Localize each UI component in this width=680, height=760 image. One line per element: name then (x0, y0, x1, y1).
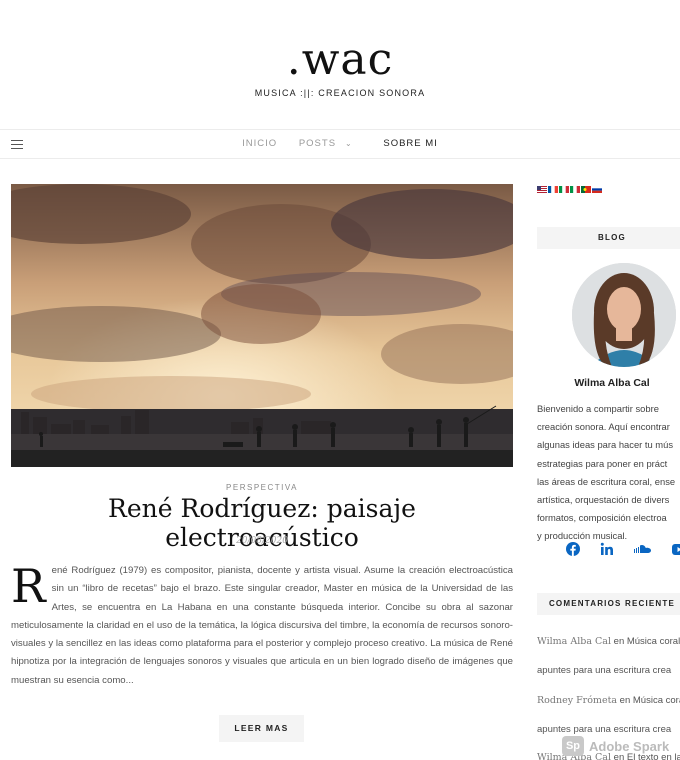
recent-comment[interactable]: Wilma Alba Cal en Música coral (537, 636, 680, 647)
read-more-button[interactable]: LEER MAS (219, 715, 304, 742)
nav-item-posts-label: POSTS (298, 138, 337, 149)
adobe-spark-icon: Sp (562, 736, 584, 756)
facebook-icon[interactable] (566, 542, 580, 556)
comment-author[interactable]: Wilma Alba Cal (537, 636, 611, 647)
bio-line: algunas ideas para hacer tu mús (537, 439, 674, 451)
bio-line: creación sonora. Aquí encontrar (537, 421, 670, 433)
post-excerpt: René Rodríguez (1979) es compositor, pia… (11, 562, 513, 690)
us-flag-icon[interactable] (537, 186, 547, 193)
linkedin-icon[interactable] (600, 542, 614, 556)
main-nav: INICIO POSTS ⌄ SOBRE MI (0, 129, 680, 159)
post-category[interactable]: PERSPECTIVA (11, 483, 513, 492)
recent-comment[interactable]: apuntes para una escritura crea (537, 724, 671, 735)
comment-text: en Música cora (617, 695, 680, 706)
excerpt-text: ené Rodríguez (1979) es compositor, pian… (11, 565, 513, 686)
youtube-icon[interactable] (672, 542, 680, 556)
site-header: .wac MUSICA :||: CREACION SONORA (0, 0, 680, 130)
soundcloud-icon[interactable] (634, 542, 652, 556)
post-date: 20/08/2020 (236, 536, 288, 546)
dropcap: R (11, 559, 46, 613)
bio-line: formatos, composición electroa (537, 512, 667, 524)
havana-sunset-image (11, 184, 513, 467)
comment-text: en Música coral (611, 636, 680, 647)
social-links (566, 542, 680, 556)
language-flags (537, 186, 602, 193)
post-featured-image[interactable] (11, 184, 513, 467)
author-avatar (572, 263, 676, 367)
bio-line: estrategias para poner en práct (537, 457, 668, 469)
ru-flag-icon[interactable] (592, 186, 602, 193)
recent-comment[interactable]: Rodney Frómeta en Música cora (537, 695, 680, 706)
bio-line: Bienvenido a compartir sobre (537, 403, 659, 414)
pt-flag-icon[interactable] (581, 186, 591, 193)
it-flag-icon[interactable] (559, 186, 569, 193)
nav-item-inicio[interactable]: INICIO (242, 138, 277, 149)
author-name: Wilma Alba Cal (574, 377, 650, 389)
comment-author[interactable]: Rodney Frómeta (537, 695, 617, 706)
recent-comments-title: COMENTARIOS RECIENTE (537, 593, 680, 615)
fr-flag-icon[interactable] (548, 186, 558, 193)
nav-item-sobre-mi[interactable]: SOBRE MI (383, 138, 437, 149)
comment-text[interactable]: apuntes para una escritura crea (537, 665, 671, 676)
nav-item-posts[interactable]: POSTS ⌄ (299, 138, 362, 149)
bio-line: las áreas de escritura coral, ense (537, 475, 676, 487)
recent-comment[interactable]: apuntes para una escritura crea (537, 665, 671, 676)
site-tagline: MUSICA :||: CREACION SONORA (254, 88, 426, 98)
bio-line: artística, orquestación de divers (537, 494, 670, 506)
it-flag-icon[interactable] (570, 186, 580, 193)
site-logo[interactable]: .wac (0, 34, 680, 85)
adobe-spark-label: Adobe Spark (589, 738, 670, 754)
comment-text[interactable]: apuntes para una escritura crea (537, 724, 671, 735)
adobe-spark-watermark: Sp Adobe Spark (562, 736, 669, 756)
chevron-down-icon: ⌄ (345, 139, 353, 148)
author-bio: Bienvenido a compartir sobre creación so… (537, 400, 680, 546)
blog-widget-title: BLOG (537, 227, 680, 249)
